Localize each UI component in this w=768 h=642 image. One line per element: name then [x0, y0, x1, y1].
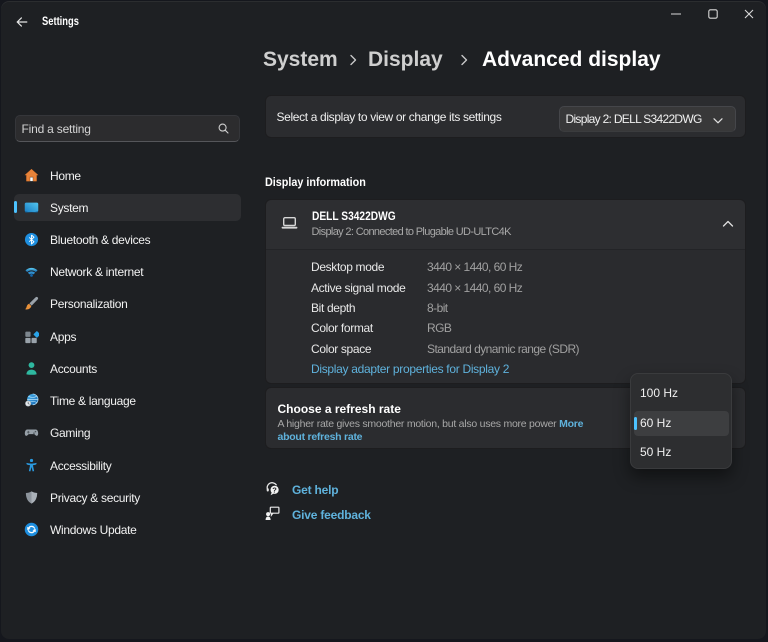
svg-text:?: ? [272, 485, 277, 494]
